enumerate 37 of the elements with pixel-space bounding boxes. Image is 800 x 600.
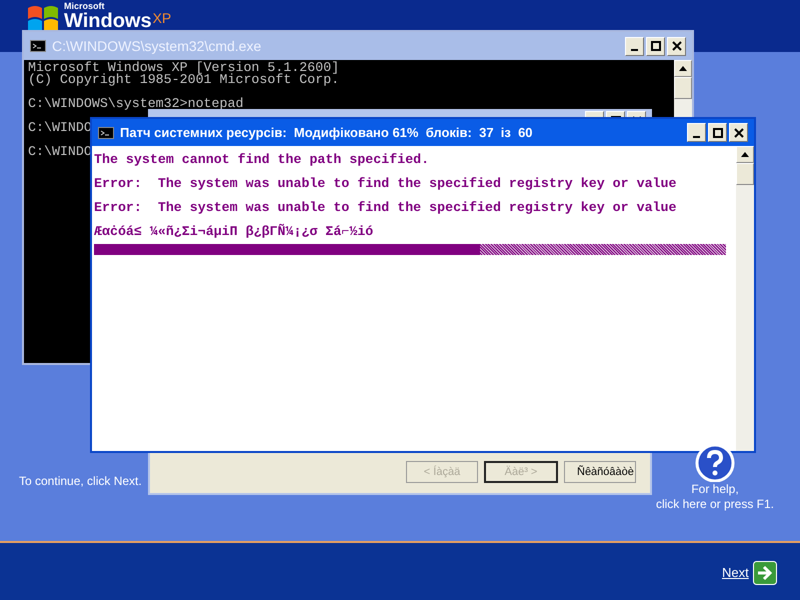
minimize-button[interactable]	[625, 36, 644, 56]
console-line: C:\WINDO	[28, 146, 92, 158]
minimize-icon	[631, 49, 638, 51]
dialog-button[interactable]: Ñêàñóâàòè	[564, 461, 636, 483]
help-text[interactable]: click here or press F1.	[656, 497, 774, 512]
minimize-button[interactable]	[687, 123, 706, 142]
scrollbar[interactable]	[736, 146, 754, 451]
console-line: (C) Copyright 1985-2001 Microsoft Corp.	[28, 74, 340, 86]
close-icon	[732, 126, 744, 138]
console-icon	[98, 126, 114, 138]
window-title: C:\WINDOWS\system32\cmd.exe	[52, 36, 262, 56]
window-title: Патч системних ресурсів: Модифіковано 61% блоків: 37 із 60	[120, 124, 534, 142]
maximize-icon	[712, 126, 724, 138]
maximize-icon	[650, 40, 662, 52]
console-line: C:\WINDO	[28, 122, 92, 134]
close-button[interactable]	[667, 36, 686, 56]
console-line: Microsoft Windows XP [Version 5.1.2600]	[28, 62, 340, 74]
close-icon	[670, 40, 682, 52]
maximize-button[interactable]	[708, 123, 727, 142]
logo-name-text: Windows	[64, 11, 152, 31]
help-icon[interactable]	[694, 444, 736, 482]
close-button[interactable]	[729, 123, 748, 142]
console-line: C:\WINDOWS\system32>notepad	[28, 98, 244, 110]
console-icon	[30, 40, 46, 52]
minimize-icon	[693, 136, 700, 138]
console-line: Error: The system was unable to find the specified registry key or value	[94, 175, 676, 193]
console-line: Æαċóá≤ ¼«ñ¿Σi¬áµiΠ β¿βΓÑ¼¡¿σ Σá⌐½ió	[94, 222, 374, 241]
scroll-thumb[interactable]	[736, 163, 754, 185]
logo-edition-text: XP	[152, 11, 172, 25]
instruction-text: To continue, click Next.	[19, 474, 142, 488]
help-text[interactable]: For help,	[691, 482, 739, 497]
console-line: Error: The system was unable to find the specified registry key or value	[94, 199, 676, 217]
maximize-button[interactable]	[646, 36, 665, 56]
next-button[interactable]: Next	[722, 561, 777, 585]
console-line: The system cannot find the path specified.	[94, 151, 430, 169]
scroll-thumb[interactable]	[674, 77, 692, 99]
logo-maker-text: Microsoft	[64, 2, 106, 11]
